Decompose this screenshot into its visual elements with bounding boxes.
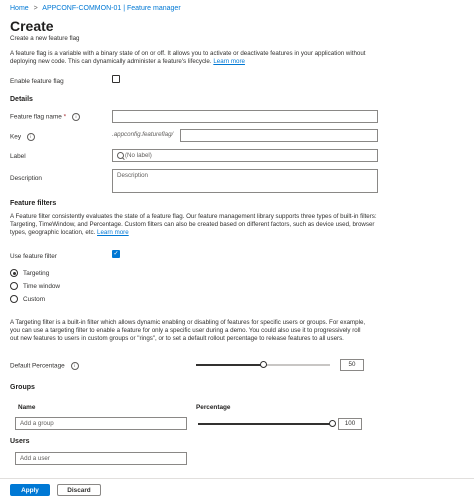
groups-heading: Groups (10, 384, 35, 391)
discard-button[interactable]: Discard (57, 484, 101, 496)
key-label-text: Key (10, 133, 22, 141)
info-icon[interactable]: i (26, 133, 35, 141)
use-feature-filter-checkbox[interactable]: ✓ (112, 250, 120, 258)
feature-flag-name-label-text: Feature flag name (10, 113, 62, 121)
label-input[interactable]: (No label) (112, 149, 378, 162)
default-percentage-slider-fill (196, 364, 263, 366)
groups-percentage-column-header: Percentage (196, 404, 231, 411)
enable-feature-flag-label: Enable feature flag (10, 78, 64, 85)
intro-text: A feature flag is a variable with a bina… (10, 50, 366, 65)
radio-custom-label: Custom (23, 296, 46, 303)
filters-learn-more-link[interactable]: Learn more (97, 229, 129, 236)
filters-paragraph: A Feature filter consistently evaluates … (10, 213, 378, 237)
info-icon[interactable]: i (71, 113, 80, 121)
radio-time-window-label: Time window (23, 283, 61, 290)
apply-button[interactable]: Apply (10, 484, 50, 496)
group-percentage-input[interactable]: 100 (338, 418, 362, 430)
breadcrumb-home-link[interactable]: Home (10, 5, 29, 12)
default-percentage-label: Default Percentage i (10, 362, 79, 370)
add-group-placeholder: Add a group (20, 420, 54, 427)
description-textarea[interactable]: Description (112, 169, 378, 193)
group-percentage-slider-thumb[interactable] (328, 420, 336, 427)
group-percentage-slider[interactable] (198, 423, 332, 425)
description-label: Description (10, 175, 42, 182)
add-user-placeholder: Add a user (20, 455, 50, 462)
radio-time-window[interactable] (10, 282, 18, 290)
default-percentage-input[interactable]: 50 (340, 359, 364, 371)
required-mark: * (63, 113, 67, 121)
feature-flag-name-label: Feature flag name * i (10, 113, 80, 121)
intro-learn-more-link[interactable]: Learn more (213, 58, 245, 65)
users-heading: Users (10, 438, 30, 445)
add-group-input[interactable]: Add a group (15, 417, 187, 430)
use-feature-filter-label: Use feature filter (10, 253, 57, 260)
description-placeholder: Description (117, 172, 148, 179)
feature-flag-name-input[interactable] (112, 110, 378, 123)
filters-text: A Feature filter consistently evaluates … (10, 213, 377, 236)
details-heading: Details (10, 96, 33, 103)
radio-targeting-label: Targeting (23, 270, 50, 277)
feature-filters-heading: Feature filters (10, 200, 57, 207)
breadcrumb-resource-link[interactable]: APPCONF-COMMON-01 | Feature manager (42, 5, 180, 12)
key-input[interactable] (180, 129, 378, 142)
targeting-paragraph: A Targeting filter is a built-in filter … (10, 319, 366, 342)
info-icon[interactable]: i (70, 362, 79, 370)
default-percentage-label-text: Default Percentage (10, 362, 65, 370)
page-subtitle: Create a new feature flag (10, 35, 80, 42)
add-user-input[interactable]: Add a user (15, 452, 187, 465)
breadcrumb: Home > APPCONF-COMMON-01 | Feature manag… (10, 5, 181, 12)
breadcrumb-separator: > (33, 5, 38, 12)
radio-custom[interactable] (10, 295, 18, 303)
intro-paragraph: A feature flag is a variable with a bina… (10, 50, 370, 66)
label-placeholder: (No label) (125, 152, 152, 159)
radio-targeting[interactable] (10, 269, 18, 277)
search-icon (117, 152, 124, 159)
groups-name-column-header: Name (18, 404, 36, 411)
label-field-label: Label (10, 153, 26, 160)
key-prefix: .appconfig.featureflag/ (112, 131, 174, 138)
footer-bar: Apply Discard (0, 478, 474, 502)
default-percentage-slider-thumb[interactable] (259, 361, 267, 368)
key-label: Key i (10, 133, 35, 141)
group-percentage-slider-fill (198, 423, 332, 425)
enable-feature-flag-checkbox[interactable] (112, 75, 120, 83)
page-title: Create (10, 18, 54, 34)
